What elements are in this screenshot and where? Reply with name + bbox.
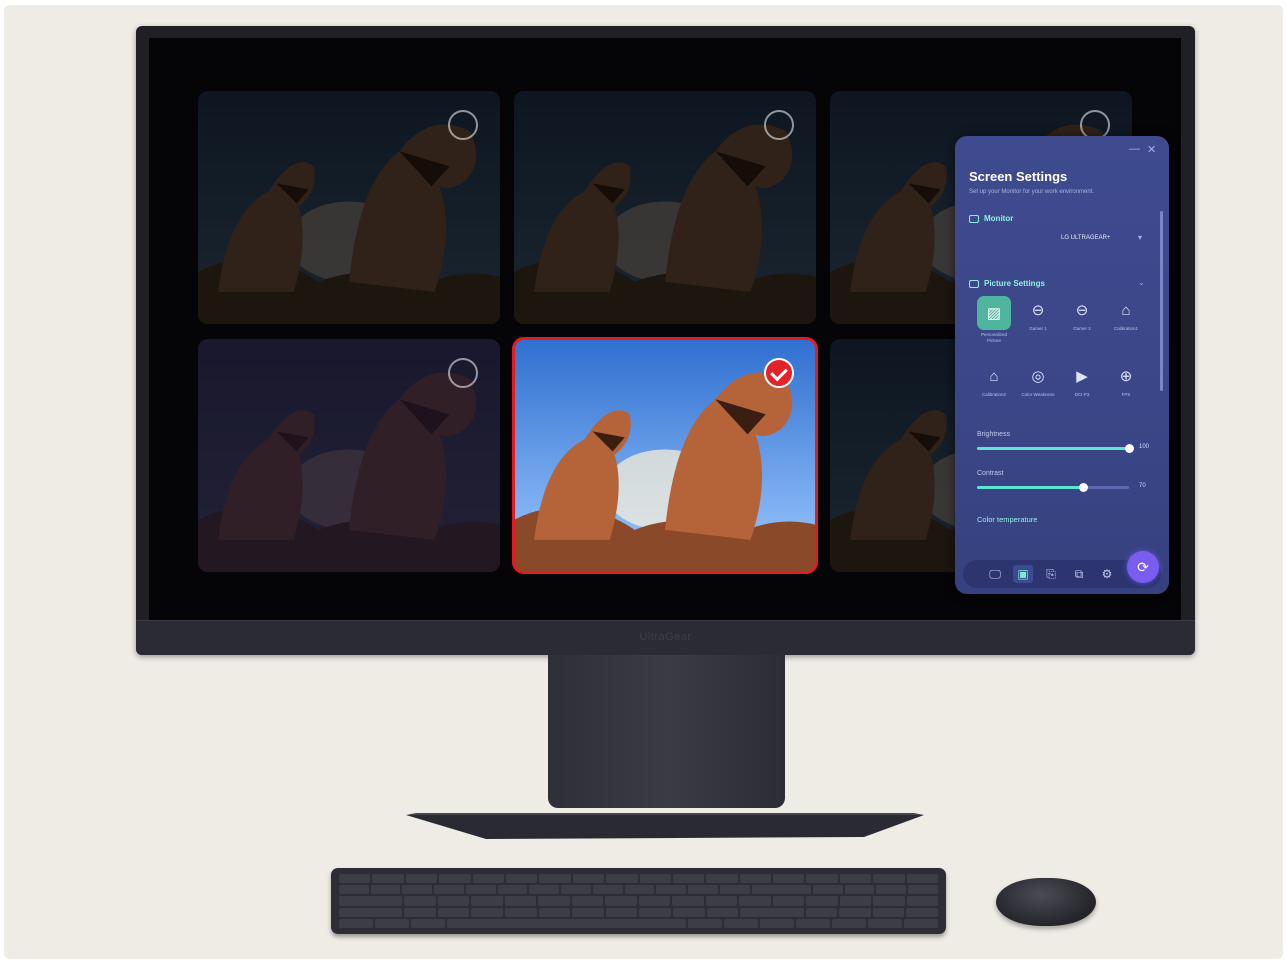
- picture-mode-item[interactable]: ⊖ Gamer 1: [1019, 296, 1057, 332]
- contrast-slider[interactable]: [977, 483, 1129, 492]
- radio-circle-icon[interactable]: [448, 110, 478, 140]
- monitor-stand-neck: [548, 655, 785, 808]
- monitor-stand-base: [406, 813, 924, 839]
- brightness-slider[interactable]: [977, 444, 1134, 453]
- brightness-label: Brightness: [977, 431, 1011, 438]
- chevron-down-icon[interactable]: ▾: [1138, 233, 1142, 242]
- picture-mode-label: Personalized Picture: [980, 332, 1007, 343]
- camera-icon[interactable]: ⧉: [1069, 565, 1089, 583]
- picture-mode-label: Calibration1: [1113, 326, 1138, 331]
- monitor-section-label: Monitor: [984, 214, 1014, 223]
- close-icon[interactable]: ✕: [1147, 143, 1156, 156]
- picture-mode-item[interactable]: ◎ Color Weakness: [1019, 362, 1057, 398]
- picture-mode-item[interactable]: ⊖ Gamer 2: [1063, 296, 1101, 332]
- contrast-knob[interactable]: [1079, 483, 1089, 492]
- brightness-fill: [977, 447, 1129, 450]
- picture-mode-label: FPS: [1121, 392, 1131, 397]
- contrast-fill: [977, 486, 1084, 489]
- monitor-section-heading: Monitor: [969, 214, 1013, 223]
- picture-mode-item[interactable]: ▨ Personalized Picture: [975, 296, 1013, 344]
- picture-settings-heading[interactable]: Picture Settings: [969, 279, 1045, 288]
- picture-preset-thumbnail[interactable]: [514, 91, 816, 324]
- brand-label: UltraGear: [639, 631, 692, 643]
- picture-mode-label: Calibration2: [981, 392, 1006, 397]
- panel-scrollbar[interactable]: [1160, 211, 1163, 391]
- calibration-icon: ⌂: [1121, 301, 1131, 319]
- picture-preset-thumbnail[interactable]: [512, 337, 818, 574]
- radio-circle-icon[interactable]: [764, 110, 794, 140]
- picture-mode-item[interactable]: ⊕ FPS: [1107, 362, 1145, 398]
- keyboard: [331, 868, 946, 934]
- picture-icon[interactable]: ▣: [1013, 565, 1033, 583]
- calibration-icon: ⌂: [989, 367, 999, 385]
- panel-subtitle: Set up your Monitor for your work enviro…: [969, 189, 1095, 195]
- picture-mode-label: Color Weakness: [1021, 392, 1055, 397]
- monitor-chin: UltraGear: [136, 620, 1195, 655]
- crosshair-icon: ⊕: [1119, 368, 1133, 385]
- panel-title: Screen Settings: [969, 169, 1068, 184]
- picture-mode-label: Gamer 2: [1073, 326, 1091, 331]
- chevron-down-icon[interactable]: ⌄: [1138, 278, 1145, 287]
- picture-preset-thumbnail[interactable]: [198, 91, 500, 324]
- picture-icon: [969, 279, 979, 288]
- picture-settings-label: Picture Settings: [984, 279, 1045, 288]
- minimize-icon[interactable]: —: [1129, 143, 1140, 155]
- color-weakness-icon: ◎: [1031, 368, 1045, 385]
- monitor-select[interactable]: LG ULTRAGEAR+: [1061, 235, 1110, 241]
- color-temperature-link[interactable]: Color temperature: [977, 515, 1037, 524]
- gear-icon[interactable]: ⚙: [1097, 565, 1117, 583]
- picture-mode-item[interactable]: ⌂ Calibration1: [1107, 296, 1145, 332]
- gamepad-icon: ⊖: [1031, 302, 1045, 319]
- gamepad-icon: ⊖: [1075, 302, 1089, 319]
- picture-mode-label: Gamer 1: [1029, 326, 1047, 331]
- input-icon[interactable]: ⎘: [1041, 565, 1061, 583]
- picture-mode-label: DCI-P3: [1074, 392, 1090, 397]
- picture-preset-thumbnail[interactable]: [198, 339, 500, 572]
- video-icon: ▶: [1076, 368, 1088, 385]
- mouse: [996, 878, 1096, 926]
- check-icon[interactable]: [764, 358, 794, 388]
- contrast-value: 70: [1139, 483, 1146, 489]
- picture-mode-item[interactable]: ▶ DCI-P3: [1063, 362, 1101, 398]
- monitor-icon: [969, 214, 979, 223]
- screen-settings-panel: — ✕ Screen Settings Set up your Monitor …: [955, 136, 1169, 594]
- brightness-knob[interactable]: [1125, 444, 1134, 453]
- display-settings-icon[interactable]: 🖵: [985, 565, 1005, 583]
- radio-circle-icon[interactable]: [448, 358, 478, 388]
- brightness-value: 100: [1139, 444, 1150, 450]
- contrast-label: Contrast: [977, 470, 1004, 477]
- refresh-icon[interactable]: ⟳: [1127, 551, 1159, 583]
- picture-mode-item[interactable]: ⌂ Calibration2: [975, 362, 1013, 398]
- personalized-picture-icon: ▨: [977, 296, 1011, 330]
